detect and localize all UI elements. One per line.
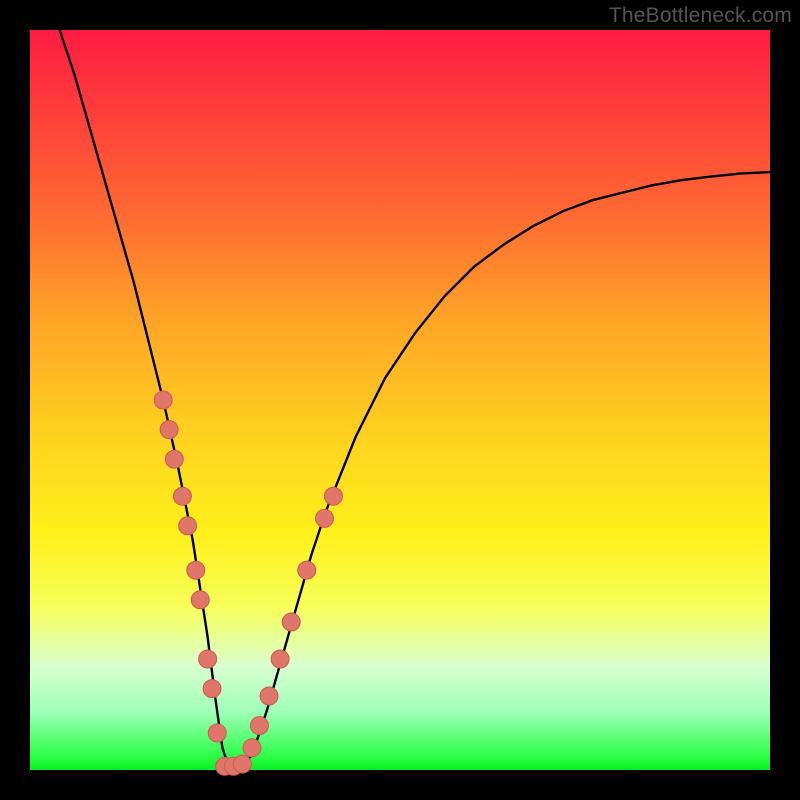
curve-marker (154, 391, 172, 409)
curve-marker (160, 421, 178, 439)
curve-marker (260, 687, 278, 705)
curve-marker (173, 487, 191, 505)
curve-marker (208, 724, 226, 742)
curve-marker (282, 613, 300, 631)
curve-marker (324, 487, 342, 505)
curve-marker (203, 680, 221, 698)
plot-area (30, 30, 770, 770)
curve-marker (179, 517, 197, 535)
curve-marker (316, 509, 334, 527)
curve-marker (243, 739, 261, 757)
chart-svg (30, 30, 770, 770)
curve-marker (187, 561, 205, 579)
curve-marker (233, 755, 251, 773)
curve-marker (199, 650, 217, 668)
curve-markers (154, 391, 342, 775)
curve-marker (271, 650, 289, 668)
chart-frame: TheBottleneck.com (0, 0, 800, 800)
watermark-text: TheBottleneck.com (609, 4, 792, 28)
curve-marker (191, 591, 209, 609)
curve-marker (298, 561, 316, 579)
curve-marker (165, 450, 183, 468)
curve-marker (250, 717, 268, 735)
